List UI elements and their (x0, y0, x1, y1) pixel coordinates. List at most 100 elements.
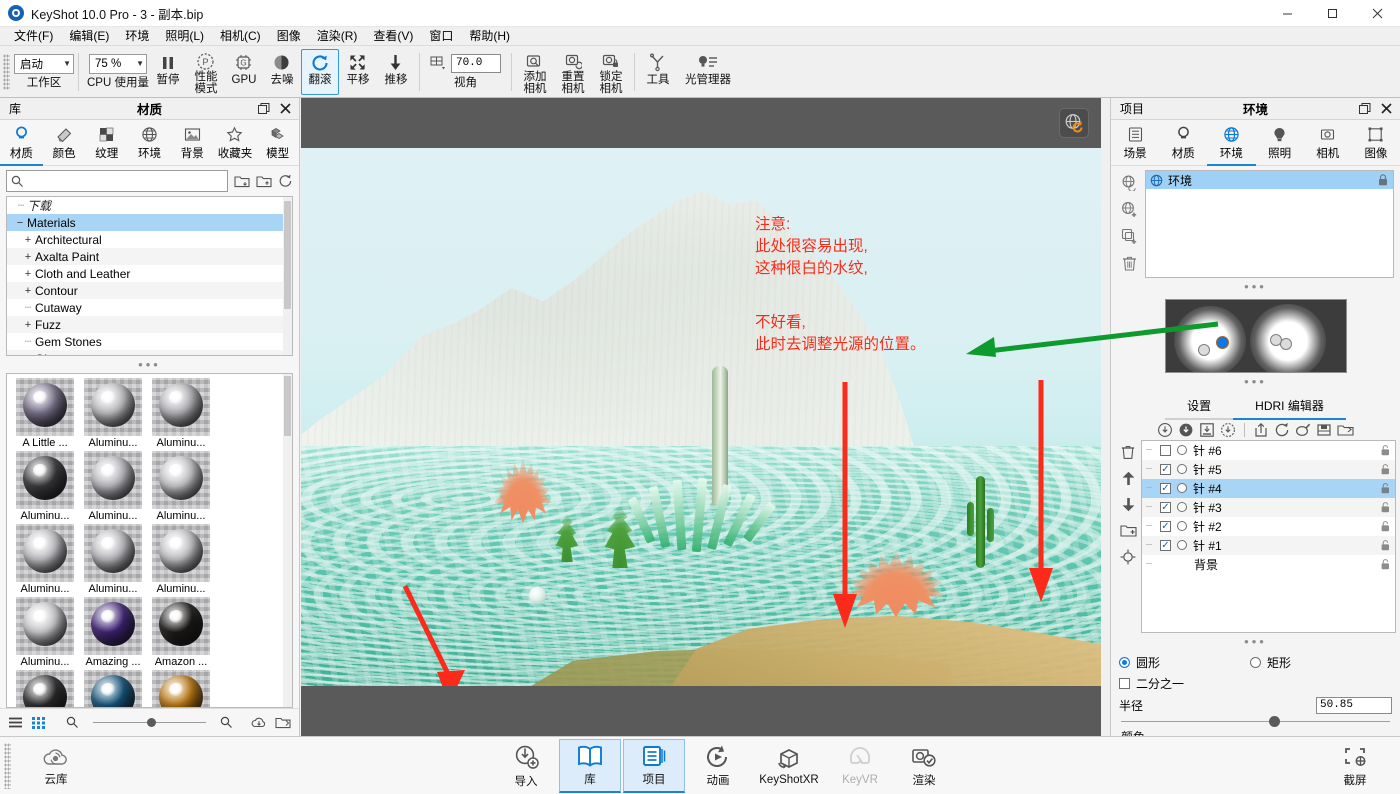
project-tab-materials[interactable]: 材质 (1159, 123, 1207, 166)
material-thumbnail-item[interactable]: Aluminu... (147, 524, 215, 595)
radius-slider-knob[interactable] (1268, 715, 1280, 727)
pins-splitter[interactable]: ••• (1111, 633, 1400, 650)
add-rect-pin-icon[interactable] (1199, 422, 1215, 438)
lock-icon[interactable] (1381, 483, 1390, 494)
library-tab-label[interactable]: 库 (0, 98, 30, 120)
pan-button[interactable]: 平移 (339, 49, 377, 95)
menu-window[interactable]: 窗口 (421, 27, 461, 45)
project-tab-scene[interactable]: 场景 (1111, 123, 1159, 166)
grid-scrollbar[interactable] (283, 374, 292, 707)
save-as-icon[interactable] (1337, 422, 1354, 438)
restore-window-icon[interactable] (1359, 102, 1371, 115)
radius-slider[interactable] (1121, 715, 1390, 727)
pin-list-row[interactable]: ┄ 针 #6 (1142, 441, 1395, 460)
pin-list-row[interactable]: ┄ 针 #3 (1142, 497, 1395, 517)
project-tab-environment[interactable]: 环境 (1207, 123, 1256, 166)
material-thumbnail-item[interactable]: Anodiz... (11, 670, 79, 707)
workspace-dropdown[interactable]: 启动 ▼ (14, 53, 74, 74)
library-splitter[interactable]: ••• (0, 356, 299, 373)
tree-node-axalta-paint[interactable]: + Axalta Paint (7, 248, 292, 265)
reset-camera-button[interactable]: 重置 相机 (554, 49, 592, 95)
library-tab-favorites[interactable]: 收藏夹 (214, 123, 257, 166)
menu-render[interactable]: 渲染(R) (309, 27, 366, 45)
taskbar-grip[interactable] (4, 742, 11, 789)
grid-view-icon[interactable] (31, 716, 46, 729)
add-environment-icon[interactable] (1121, 201, 1138, 218)
toolbar-grip[interactable] (3, 53, 10, 90)
add-camera-button[interactable]: 添加 相机 (516, 49, 554, 95)
center-target-icon[interactable] (1120, 549, 1136, 565)
half-checkbox[interactable] (1119, 677, 1130, 689)
pin-visibility-checkbox[interactable] (1160, 501, 1171, 513)
delete-icon[interactable] (1120, 444, 1136, 460)
taskbar-import-button[interactable]: 导入 (495, 739, 557, 793)
refresh-icon[interactable] (278, 174, 293, 188)
tree-node-downloads[interactable]: ┄ 下载 (7, 197, 292, 214)
pause-button[interactable]: 暂停 (149, 49, 187, 95)
tree-expander-plus[interactable]: + (21, 319, 35, 331)
project-tab-camera[interactable]: 相机 (1304, 123, 1352, 166)
shape-radio-circle[interactable] (1119, 656, 1130, 668)
save-icon[interactable] (1316, 422, 1332, 438)
move-up-icon[interactable] (1121, 471, 1136, 486)
close-icon[interactable] (280, 103, 291, 114)
tumble-button[interactable]: 翻滚 (300, 48, 339, 95)
menu-edit[interactable]: 编辑(E) (61, 27, 117, 45)
sub-tab-settings[interactable]: 设置 (1165, 394, 1234, 421)
render-viewport[interactable]: 注意: 此处很容易出现, 这种很白的水纹, 不好看, 此时去调整光源的位置。 (301, 98, 1101, 736)
export-folder-icon[interactable] (256, 174, 272, 188)
library-tab-backgrounds[interactable]: 背景 (171, 123, 214, 166)
tree-node-cloth-and-leather[interactable]: + Cloth and Leather (7, 265, 292, 282)
denoise-button[interactable]: 去噪 (263, 49, 301, 95)
material-thumbnail-item[interactable]: Anodiz... (79, 670, 147, 707)
pin-visibility-checkbox[interactable] (1160, 482, 1171, 494)
taskbar-project-button[interactable]: 项目 (623, 738, 685, 793)
environment-list-item[interactable]: 环境 (1146, 171, 1393, 189)
material-category-tree[interactable]: ┄ 下载 − Materials + Architectural + Axalt… (6, 196, 293, 356)
pin-list-row[interactable]: ┄ 针 #5 (1142, 459, 1395, 479)
environment-sphere-icon[interactable] (1121, 174, 1138, 191)
search-input[interactable] (28, 175, 227, 187)
close-button[interactable] (1355, 0, 1400, 27)
gpu-button[interactable]: G GPU (225, 49, 263, 95)
add-gradient-pin-icon[interactable] (1220, 422, 1236, 438)
tree-node-architectural[interactable]: + Architectural (7, 231, 292, 248)
color-picker-icon[interactable] (1295, 422, 1311, 438)
tree-node-fuzz[interactable]: + Fuzz (7, 316, 292, 333)
material-thumbnail-item[interactable]: Aluminu... (79, 524, 147, 595)
minimize-button[interactable] (1265, 0, 1310, 27)
project-tab-lighting[interactable]: 照明 (1256, 123, 1304, 166)
taskbar-render-button[interactable]: 渲染 (893, 739, 955, 793)
duplicate-environment-icon[interactable] (1121, 228, 1138, 245)
tree-node-cutaway[interactable]: ┄ Cutaway (7, 299, 292, 316)
radius-input[interactable]: 50.85 (1316, 696, 1392, 714)
fov-control[interactable]: 70.0 视角 (424, 49, 507, 95)
tree-scrollbar-thumb[interactable] (284, 201, 291, 309)
tree-scrollbar[interactable] (283, 197, 292, 355)
tree-node-glass[interactable]: + Glass (7, 350, 292, 356)
taskbar-animation-button[interactable]: 动画 (687, 739, 749, 793)
tree-expander-plus[interactable]: + (21, 353, 35, 356)
grid-scrollbar-thumb[interactable] (284, 376, 291, 436)
material-thumbnail-item[interactable]: A Little ... (11, 378, 79, 449)
cpu-usage-dropdown[interactable]: 75 % ▼ (88, 53, 147, 74)
add-pin-icon[interactable] (1157, 422, 1173, 438)
pin-list-row[interactable]: ┄ 针 #2 (1142, 517, 1395, 536)
dolly-button[interactable]: 推移 (377, 49, 415, 95)
pin-radio[interactable] (1177, 483, 1187, 494)
sub-tab-hdri-editor[interactable]: HDRI 编辑器 (1233, 394, 1346, 421)
add-highlight-pin-icon[interactable] (1178, 422, 1194, 438)
open-folder-icon[interactable] (275, 716, 291, 729)
zoom-in-icon[interactable] (220, 716, 233, 729)
library-tab-models[interactable]: 模型 (256, 123, 299, 166)
tools-button[interactable]: 工具 (639, 49, 677, 95)
project-tab-image[interactable]: 图像 (1352, 123, 1400, 166)
env-splitter-top[interactable]: ••• (1111, 278, 1400, 295)
move-down-icon[interactable] (1121, 497, 1136, 512)
cpu-usage-control[interactable]: 75 % ▼ CPU 使用量 (87, 49, 149, 95)
material-thumbnail-item[interactable]: Aluminu... (79, 378, 147, 449)
menu-view[interactable]: 查看(V) (365, 27, 421, 45)
pin-visibility-checkbox[interactable] (1160, 463, 1171, 475)
tree-expander-plus[interactable]: + (21, 251, 35, 263)
tree-node-materials[interactable]: − Materials (7, 214, 292, 231)
